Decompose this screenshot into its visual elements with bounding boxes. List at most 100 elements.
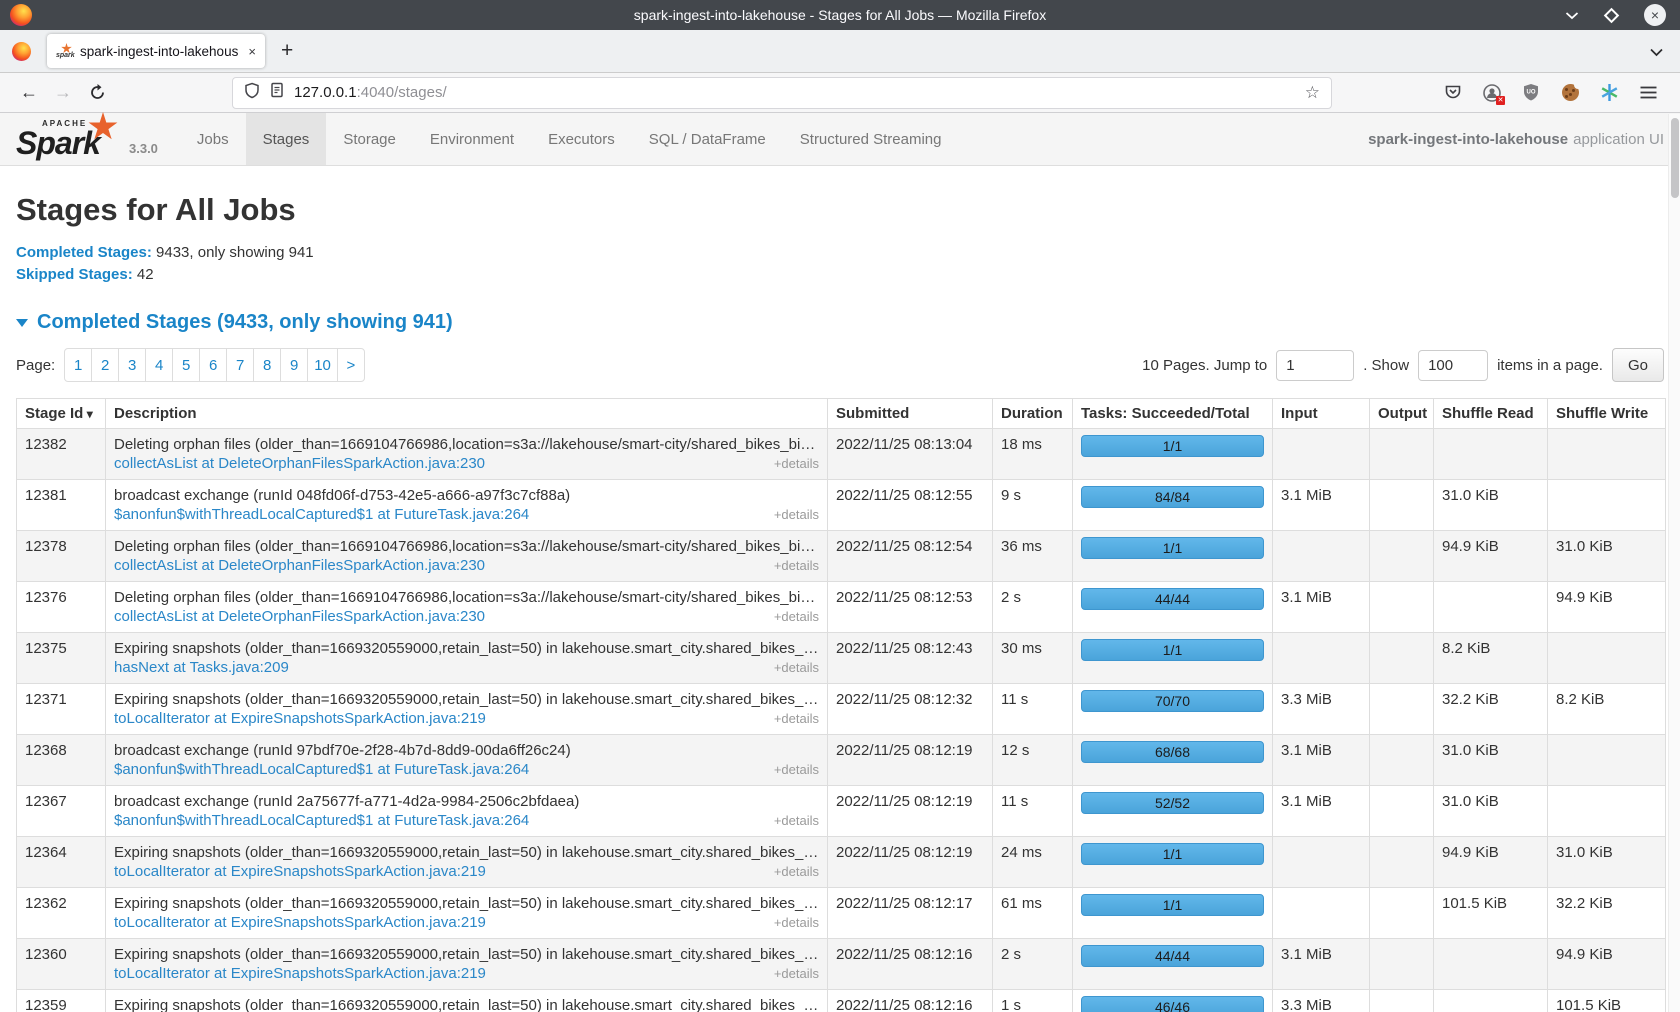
stage-id-cell: 12382 bbox=[17, 429, 106, 480]
new-tab-button[interactable]: + bbox=[281, 39, 293, 63]
url-text[interactable]: 127.0.0.1:4040/stages/ bbox=[294, 84, 447, 101]
page-info-icon[interactable] bbox=[270, 82, 284, 103]
cookie-extension-icon[interactable] bbox=[1560, 83, 1580, 103]
stage-detail-link[interactable]: $anonfun$withThreadLocalCaptured$1 at Fu… bbox=[114, 811, 529, 830]
stage-detail-link[interactable]: collectAsList at DeleteOrphanFilesSparkA… bbox=[114, 556, 485, 575]
close-window-icon[interactable]: × bbox=[1644, 4, 1666, 26]
stage-detail-link[interactable]: collectAsList at DeleteOrphanFilesSparkA… bbox=[114, 607, 485, 626]
stage-description: Expiring snapshots (older_than=166932055… bbox=[114, 894, 819, 913]
stage-detail-link[interactable]: $anonfun$withThreadLocalCaptured$1 at Fu… bbox=[114, 760, 529, 779]
column-header-duration[interactable]: Duration bbox=[993, 399, 1073, 429]
window-titlebar: spark-ingest-into-lakehouse - Stages for… bbox=[0, 0, 1680, 30]
column-header-shuffle-read[interactable]: Shuffle Read bbox=[1434, 399, 1548, 429]
page-button-3[interactable]: 3 bbox=[118, 348, 146, 382]
shuffle-read-cell: 31.0 KiB bbox=[1434, 480, 1548, 531]
details-toggle[interactable]: +details bbox=[774, 811, 819, 830]
scrollbar-thumb[interactable] bbox=[1671, 118, 1679, 198]
minimize-icon[interactable] bbox=[1565, 11, 1579, 20]
browser-tab[interactable]: spark spark-ingest-into-lakehous × bbox=[47, 34, 265, 68]
nav-tab-environment[interactable]: Environment bbox=[413, 113, 531, 165]
details-toggle[interactable]: +details bbox=[774, 913, 819, 932]
page-button-6[interactable]: 6 bbox=[199, 348, 227, 382]
ublock-origin-icon[interactable]: UO bbox=[1521, 83, 1541, 103]
page-button-9[interactable]: 9 bbox=[280, 348, 308, 382]
page-button->[interactable]: > bbox=[337, 348, 365, 382]
spark-logo[interactable]: APACHE Spark 3.3.0 bbox=[0, 113, 168, 165]
details-toggle[interactable]: +details bbox=[774, 964, 819, 983]
column-header-output[interactable]: Output bbox=[1370, 399, 1434, 429]
stage-id-cell: 12375 bbox=[17, 633, 106, 684]
column-header-description[interactable]: Description bbox=[106, 399, 828, 429]
skipped-stages-summary: Skipped Stages: 42 bbox=[16, 266, 1664, 283]
stage-id-cell: 12378 bbox=[17, 531, 106, 582]
details-toggle[interactable]: +details bbox=[774, 658, 819, 677]
stage-detail-link[interactable]: toLocalIterator at ExpireSnapshotsSparkA… bbox=[114, 709, 486, 728]
column-header-tasks-succeeded-total[interactable]: Tasks: Succeeded/Total bbox=[1073, 399, 1273, 429]
page-button-7[interactable]: 7 bbox=[226, 348, 254, 382]
asterisk-extension-icon[interactable] bbox=[1599, 83, 1619, 103]
page-button-4[interactable]: 4 bbox=[145, 348, 173, 382]
stage-detail-link[interactable]: hasNext at Tasks.java:209 bbox=[114, 658, 289, 677]
details-toggle[interactable]: +details bbox=[774, 709, 819, 728]
duration-cell: 11 s bbox=[993, 786, 1073, 837]
nav-tab-storage[interactable]: Storage bbox=[326, 113, 413, 165]
items-per-page-input[interactable] bbox=[1418, 350, 1488, 381]
stage-detail-link[interactable]: toLocalIterator at ExpireSnapshotsSparkA… bbox=[114, 862, 486, 881]
go-button[interactable]: Go bbox=[1612, 348, 1664, 382]
pocket-icon[interactable] bbox=[1443, 83, 1463, 103]
tasks-cell: 1/1 bbox=[1073, 633, 1273, 684]
stage-id-cell: 12367 bbox=[17, 786, 106, 837]
back-button[interactable]: ← bbox=[12, 82, 46, 103]
shuffle-read-cell bbox=[1434, 990, 1548, 1012]
stage-detail-link[interactable]: collectAsList at DeleteOrphanFilesSparkA… bbox=[114, 454, 485, 473]
stage-description: Deleting orphan files (older_than=166910… bbox=[114, 588, 819, 607]
shield-permissions-icon[interactable] bbox=[244, 82, 260, 104]
completed-stages-link[interactable]: Completed Stages: bbox=[16, 244, 152, 261]
details-toggle[interactable]: +details bbox=[774, 505, 819, 524]
details-toggle[interactable]: +details bbox=[774, 454, 819, 473]
details-toggle[interactable]: +details bbox=[774, 862, 819, 881]
column-header-submitted[interactable]: Submitted bbox=[828, 399, 993, 429]
firefox-app-icon[interactable] bbox=[12, 42, 31, 61]
nav-tab-structured-streaming[interactable]: Structured Streaming bbox=[783, 113, 959, 165]
column-header-input[interactable]: Input bbox=[1273, 399, 1370, 429]
completed-stages-section-header[interactable]: Completed Stages (9433, only showing 941… bbox=[16, 311, 1664, 334]
stage-detail-link[interactable]: toLocalIterator at ExpireSnapshotsSparkA… bbox=[114, 913, 486, 932]
page-button-10[interactable]: 10 bbox=[307, 348, 338, 382]
bookmark-star-icon[interactable]: ☆ bbox=[1305, 83, 1320, 103]
page-button-2[interactable]: 2 bbox=[91, 348, 119, 382]
input-cell: 3.3 MiB bbox=[1273, 684, 1370, 735]
page-button-1[interactable]: 1 bbox=[64, 348, 92, 382]
description-cell: broadcast exchange (runId 048fd06f-d753-… bbox=[106, 480, 828, 531]
hamburger-menu-icon[interactable] bbox=[1638, 83, 1658, 103]
list-all-tabs-icon[interactable] bbox=[1649, 44, 1664, 62]
details-toggle[interactable]: +details bbox=[774, 607, 819, 626]
jump-to-page-input[interactable] bbox=[1276, 350, 1354, 381]
maximize-icon[interactable] bbox=[1604, 7, 1620, 23]
output-cell bbox=[1370, 582, 1434, 633]
nav-tab-executors[interactable]: Executors bbox=[531, 113, 632, 165]
nav-tab-stages[interactable]: Stages bbox=[246, 113, 327, 165]
details-toggle[interactable]: +details bbox=[774, 760, 819, 779]
details-toggle[interactable]: +details bbox=[774, 556, 819, 575]
stage-detail-link[interactable]: $anonfun$withThreadLocalCaptured$1 at Fu… bbox=[114, 505, 529, 524]
column-header-shuffle-write[interactable]: Shuffle Write bbox=[1548, 399, 1666, 429]
url-field[interactable]: 127.0.0.1:4040/stages/ ☆ bbox=[232, 77, 1332, 109]
collapse-arrow-icon bbox=[16, 319, 28, 327]
description-cell: Expiring snapshots (older_than=166932055… bbox=[106, 939, 828, 990]
nav-tab-jobs[interactable]: Jobs bbox=[180, 113, 246, 165]
stage-detail-link[interactable]: toLocalIterator at ExpireSnapshotsSparkA… bbox=[114, 964, 486, 983]
vertical-scrollbar[interactable] bbox=[1668, 114, 1680, 1012]
privacy-extension-icon[interactable]: ✕ bbox=[1482, 83, 1502, 103]
nav-tab-sql-dataframe[interactable]: SQL / DataFrame bbox=[632, 113, 783, 165]
reload-icon[interactable] bbox=[80, 84, 114, 101]
tab-close-icon[interactable]: × bbox=[246, 44, 256, 59]
tab-title: spark-ingest-into-lakehous bbox=[80, 44, 238, 59]
forward-button[interactable]: → bbox=[46, 82, 80, 103]
skipped-stages-link[interactable]: Skipped Stages: bbox=[16, 266, 133, 283]
page-button-5[interactable]: 5 bbox=[172, 348, 200, 382]
submitted-cell: 2022/11/25 08:13:04 bbox=[828, 429, 993, 480]
shuffle-read-cell: 101.5 KiB bbox=[1434, 888, 1548, 939]
page-button-8[interactable]: 8 bbox=[253, 348, 281, 382]
column-header-stage-id[interactable]: Stage Id ▾ bbox=[17, 399, 106, 429]
